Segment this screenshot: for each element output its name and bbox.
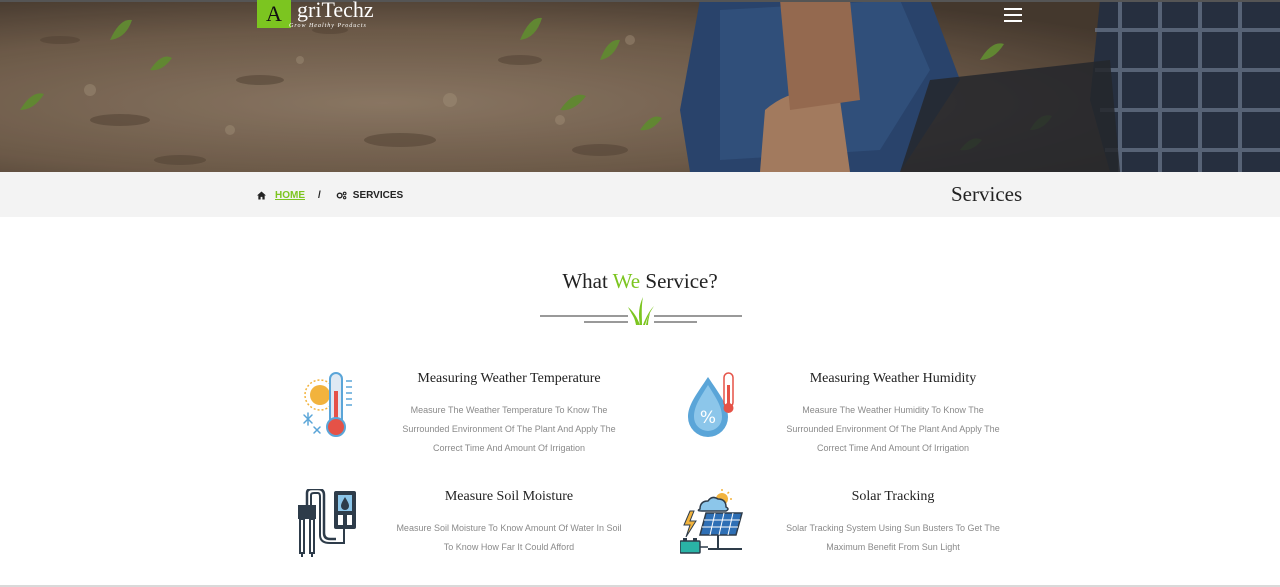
- breadcrumb-home-link[interactable]: HOME: [275, 190, 305, 201]
- thermometer-weather-icon: [303, 372, 352, 437]
- service-description-soil-moisture: Measure Soil Moisture To Know Amount Of …: [396, 523, 622, 552]
- section-title-accent: We: [612, 269, 641, 293]
- gears-icon: [336, 191, 347, 199]
- solar-panel-icon: [680, 489, 743, 554]
- service-title-soil-moisture: Measure Soil Moisture: [444, 489, 574, 504]
- grass-icon: [540, 297, 742, 325]
- breadcrumb-current: SERVICES: [352, 189, 404, 201]
- page-title: Services: [951, 182, 1023, 206]
- breadcrumb-bar: HOME / SERVICES: [0, 172, 1280, 217]
- soil-moisture-sensor-icon: [298, 489, 356, 557]
- logo-name: griTechz: [297, 0, 374, 22]
- service-description-humidity: Measure The Weather Humidity To Know The…: [786, 405, 1000, 453]
- hero-banner: A griTechz Grow Healthy Products: [0, 0, 1280, 172]
- logo-initial: A: [257, 0, 291, 28]
- service-description-solar-tracking: Solar Tracking System Using Sun Busters …: [786, 523, 1000, 552]
- hamburger-icon[interactable]: [1004, 8, 1022, 22]
- hero-background-image: [0, 0, 1280, 172]
- breadcrumb: HOME / SERVICES: [257, 189, 403, 201]
- svg-text:%: %: [700, 408, 716, 428]
- service-title-solar-tracking: Solar Tracking: [851, 489, 935, 504]
- section-title-part2: Service?: [645, 269, 718, 293]
- section-title-part1: What: [562, 269, 608, 293]
- service-title-humidity: Measuring Weather Humidity: [809, 371, 977, 386]
- top-border: [0, 0, 1280, 2]
- humidity-drop-icon: %: [688, 372, 734, 437]
- breadcrumb-separator: /: [318, 189, 321, 201]
- logo-tagline: Grow Healthy Products: [289, 23, 367, 29]
- section-title: What We Service?: [440, 269, 840, 294]
- home-icon: [257, 190, 266, 200]
- service-title-temperature: Measuring Weather Temperature: [417, 371, 601, 386]
- service-description-temperature: Measure The Weather Temperature To Know …: [402, 405, 616, 453]
